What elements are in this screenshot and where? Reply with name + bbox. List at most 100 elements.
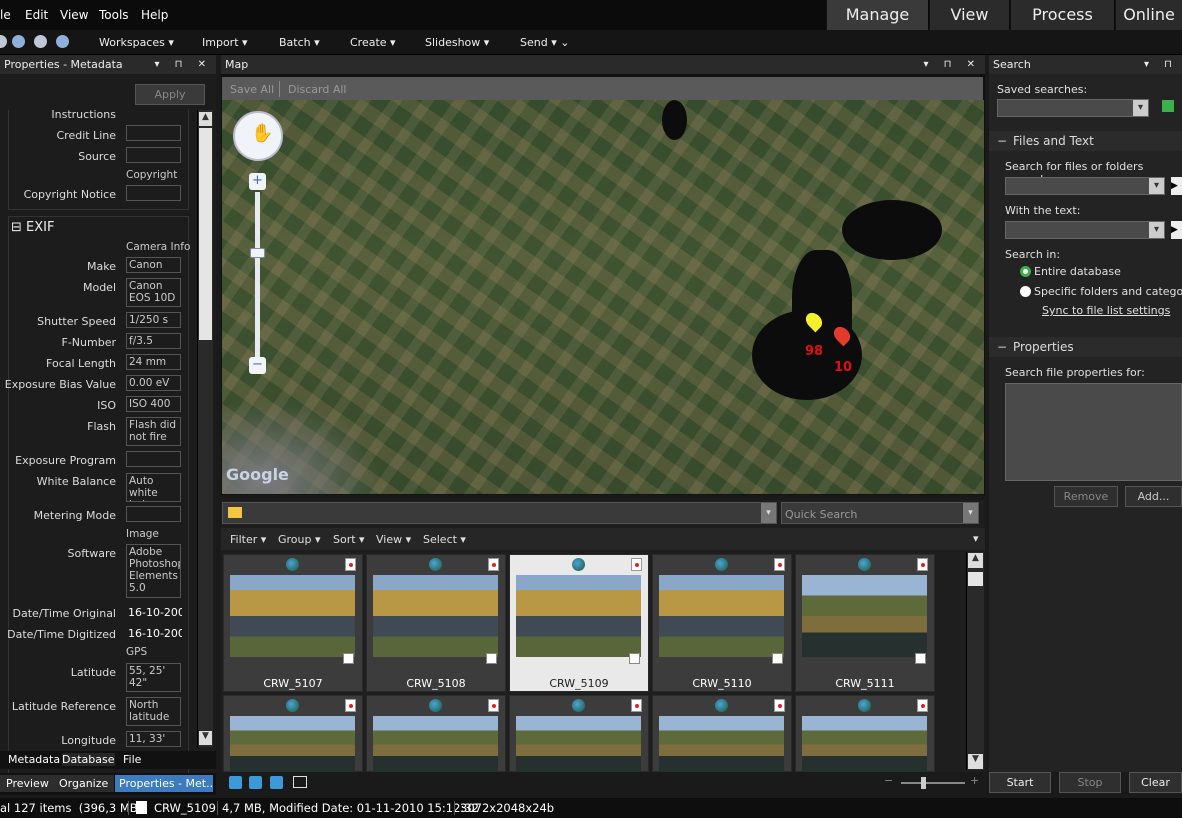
entire-db-radio[interactable] <box>1020 266 1031 277</box>
copyright-notice-field[interactable] <box>126 185 181 201</box>
remove-button[interactable]: Remove <box>1054 486 1118 507</box>
tab-manage[interactable]: Manage <box>826 0 928 30</box>
tab-online[interactable]: Online <box>1115 0 1182 30</box>
menu-view[interactable]: View <box>60 8 88 22</box>
focal-field[interactable]: 24 mm <box>126 354 181 370</box>
sync-link[interactable]: Sync to file list settings <box>1042 304 1170 317</box>
batch-menu[interactable]: Batch ▾ <box>279 36 320 49</box>
create-menu[interactable]: Create ▾ <box>350 36 396 49</box>
view-menu[interactable]: View ▾ <box>376 533 411 546</box>
scroll-thumb[interactable] <box>968 572 983 586</box>
menu-tools[interactable]: Tools <box>99 8 129 22</box>
checkbox[interactable] <box>915 653 926 664</box>
add-button[interactable]: Add... <box>1125 486 1182 507</box>
chevron-down-icon[interactable]: ▾ <box>973 532 979 545</box>
bias-field[interactable]: 0.00 eV <box>126 375 181 391</box>
scroll-up-icon[interactable]: ▲ <box>199 112 212 126</box>
stop-button[interactable]: Stop <box>1059 772 1121 793</box>
clear-button[interactable]: Clear <box>1129 772 1182 793</box>
iso-field[interactable]: ISO 400 <box>126 396 181 412</box>
scroll-down-icon[interactable]: ▼ <box>968 754 983 769</box>
nav-circle-icon[interactable] <box>0 35 7 48</box>
slider-handle[interactable] <box>921 777 926 789</box>
checkbox[interactable] <box>629 653 640 664</box>
metadata-scrollbar[interactable]: ▲ ▼ <box>197 110 213 747</box>
pan-control-icon[interactable]: ✋ <box>233 111 283 161</box>
tab-view[interactable]: View <box>929 0 1009 30</box>
exposure-program-field[interactable] <box>126 451 181 467</box>
go-arrow-icon[interactable]: ▶ <box>1171 221 1182 239</box>
longitude-field[interactable]: 11, 33' <box>126 731 181 747</box>
tab-organize[interactable]: Organize <box>53 775 115 792</box>
map-view[interactable]: ✋ + − Google 98 10 <box>222 100 984 494</box>
sort-menu[interactable]: Sort ▾ <box>333 533 365 546</box>
group-menu[interactable]: Group ▾ <box>278 533 321 546</box>
filter-menu[interactable]: Filter ▾ <box>230 533 266 546</box>
tab-preview[interactable]: Preview <box>0 775 55 792</box>
thumbnail[interactable]: CRW_5107 <box>223 554 363 692</box>
files-text-section[interactable]: Files and Text <box>989 131 1182 151</box>
checkbox[interactable] <box>772 653 783 664</box>
credit-line-field[interactable] <box>126 147 181 163</box>
model-field[interactable]: Canon EOS 10D <box>126 278 181 307</box>
flash-field[interactable]: Flash did not fire <box>126 417 181 446</box>
zoom-out-icon[interactable]: − <box>249 357 266 374</box>
thumbnail[interactable] <box>652 695 792 773</box>
files-named-combo[interactable] <box>1005 177 1165 195</box>
forward-icon[interactable] <box>34 35 47 48</box>
latitude-ref-field[interactable]: North latitude <box>126 697 181 726</box>
scroll-up-icon[interactable]: ▲ <box>968 553 983 568</box>
fnumber-field[interactable]: f/3.5 <box>126 333 181 349</box>
send-menu[interactable]: Send ▾ ⌄ <box>520 36 569 49</box>
zoom-in-thumbs-icon[interactable]: + <box>970 774 979 787</box>
checkbox[interactable] <box>343 653 354 664</box>
tab-process[interactable]: Process <box>1010 0 1114 30</box>
latitude-field[interactable]: 55, 25' 42" <box>126 663 181 692</box>
properties-list[interactable] <box>1005 383 1182 481</box>
quick-search-input[interactable]: Quick Search ▾ <box>781 502 979 524</box>
scroll-down-icon[interactable]: ▼ <box>199 731 212 745</box>
chevron-down-icon[interactable]: ▾ <box>963 503 978 523</box>
instructions-field[interactable] <box>126 125 181 141</box>
tab-database[interactable]: Database <box>62 753 115 766</box>
thumbnail[interactable] <box>795 695 935 773</box>
exif-header[interactable]: ⊟ EXIF <box>11 220 54 235</box>
select-menu[interactable]: Select ▾ <box>423 533 466 546</box>
menu-file[interactable]: le <box>0 8 11 22</box>
thumbnail[interactable]: CRW_5108 <box>366 554 506 692</box>
save-search-icon[interactable] <box>1162 100 1174 112</box>
go-arrow-icon[interactable]: ▶ <box>1171 177 1182 195</box>
saved-searches-combo[interactable] <box>997 99 1149 117</box>
rotate-icon[interactable] <box>249 776 262 789</box>
zoom-out-thumbs-icon[interactable]: − <box>884 774 893 787</box>
zoom-handle[interactable] <box>250 248 265 258</box>
thumb-size-slider[interactable] <box>901 782 965 784</box>
display-icon[interactable] <box>293 776 307 788</box>
tab-file[interactable]: File <box>123 753 141 766</box>
panel-controls-icon[interactable]: ▾ ⊓ ✕ <box>923 55 981 74</box>
zoom-in-icon[interactable]: + <box>249 173 266 190</box>
software-field[interactable]: Adobe Photoshop Elements 5.0 <box>126 544 181 598</box>
thumbs-scrollbar[interactable]: ▲ ▼ <box>966 552 984 770</box>
apply-button[interactable]: Apply <box>135 84 205 105</box>
up-icon[interactable] <box>56 35 69 48</box>
save-all-button[interactable]: Save All <box>230 83 274 96</box>
tab-properties[interactable]: Properties - Met... <box>115 775 213 792</box>
with-text-combo[interactable] <box>1005 221 1165 239</box>
white-balance-field[interactable]: Auto white balance <box>126 473 181 502</box>
rotate-left-icon[interactable] <box>229 776 242 789</box>
panel-controls-icon[interactable]: ▾ ⊓ ✕ <box>154 55 212 74</box>
specific-folders-radio[interactable] <box>1020 286 1031 297</box>
shutter-field[interactable]: 1/250 s <box>126 312 181 328</box>
thumbnail[interactable] <box>223 695 363 773</box>
back-icon[interactable] <box>12 35 25 48</box>
tab-metadata[interactable]: Metadata <box>8 753 60 766</box>
properties-section[interactable]: Properties <box>989 337 1182 357</box>
import-menu[interactable]: Import ▾ <box>202 36 248 49</box>
thumbnail[interactable] <box>509 695 649 773</box>
scroll-thumb[interactable] <box>199 128 212 340</box>
discard-all-button[interactable]: Discard All <box>288 83 347 96</box>
start-button[interactable]: Start <box>989 772 1051 793</box>
workspaces-menu[interactable]: Workspaces ▾ <box>99 36 174 49</box>
thumbnail[interactable]: CRW_5110 <box>652 554 792 692</box>
